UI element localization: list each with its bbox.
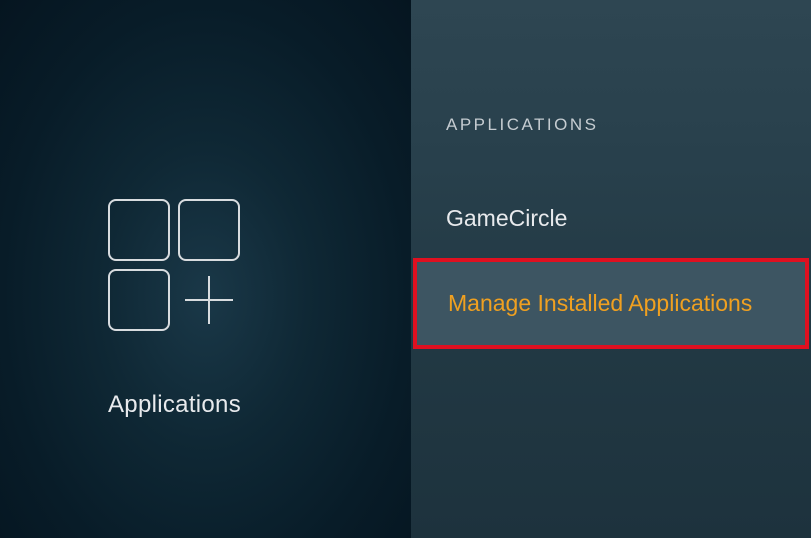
app-tile-icon [108, 269, 170, 331]
plus-icon [178, 269, 240, 331]
app-tile-icon [108, 199, 170, 261]
left-panel: Applications [0, 0, 411, 538]
section-header: APPLICATIONS [411, 115, 811, 135]
category-label: Applications [108, 391, 241, 419]
app-tile-icon [178, 199, 240, 261]
menu-item-manage-installed-applications[interactable]: Manage Installed Applications [413, 258, 809, 349]
applications-icon [108, 199, 240, 331]
menu-item-gamecircle[interactable]: GameCircle [411, 183, 811, 254]
right-panel: APPLICATIONS GameCircle Manage Installed… [411, 0, 811, 538]
